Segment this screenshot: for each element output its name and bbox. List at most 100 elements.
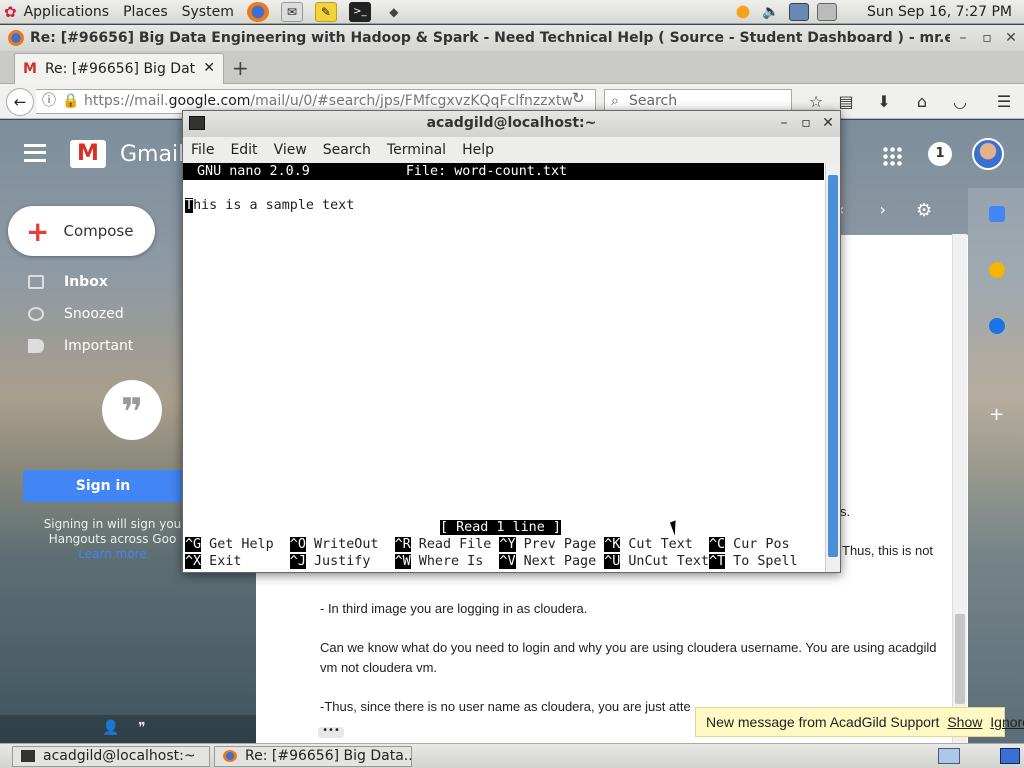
network-icon[interactable] xyxy=(788,3,809,21)
task-terminal[interactable]: acadgild@localhost:~ xyxy=(12,746,210,767)
shortcut-key: ^C xyxy=(708,537,726,552)
plus-icon: + xyxy=(26,214,50,248)
sidebar-item-label: Snoozed xyxy=(64,306,124,322)
pocket-icon[interactable]: ◡ xyxy=(950,92,970,112)
terminal-scrollbar[interactable] xyxy=(825,163,840,572)
sidebar-item-inbox[interactable]: Inbox xyxy=(28,270,178,294)
home-icon[interactable]: ⌂ xyxy=(912,92,932,112)
shortcut-key: ^R xyxy=(394,537,411,552)
clock[interactable]: Sun Sep 16, 7:27 PM xyxy=(867,4,1012,20)
applications-menu[interactable]: ✿ Applications xyxy=(0,0,116,24)
terminal-maximize-button[interactable]: ▫ xyxy=(795,111,817,135)
shortcut-key: ^Y xyxy=(499,537,516,552)
signin-note-line: Signing in will sign you xyxy=(43,517,182,531)
battery-icon[interactable] xyxy=(816,3,837,21)
person-icon[interactable]: 👤 xyxy=(102,720,119,736)
sidebar-item-snoozed[interactable]: Snoozed xyxy=(28,302,178,326)
menu-file[interactable]: File xyxy=(191,142,214,158)
app-launcher-icon[interactable]: ◆ xyxy=(383,2,405,22)
message-scrollbar[interactable] xyxy=(952,234,967,743)
shortcut-key: ^X xyxy=(185,554,202,569)
show-trimmed-button[interactable]: ••• xyxy=(318,726,344,738)
shortcut-get-help: ^G Get Help xyxy=(185,536,290,553)
terminal-screen[interactable]: GNU nano 2.0.9 File: word-count.txt This … xyxy=(183,163,824,572)
back-button[interactable]: ← xyxy=(6,88,34,116)
hangouts-icon: ❞ xyxy=(102,380,162,440)
terminal-close-button[interactable]: ✕ xyxy=(817,111,839,135)
menu-terminal[interactable]: Terminal xyxy=(387,142,446,158)
shortcut-label: Cur Pos xyxy=(725,537,790,552)
tab-strip: M Re: [#96656] Big Dat… ✕ + xyxy=(0,51,1024,84)
google-apps-icon[interactable] xyxy=(882,146,902,166)
shortcut-key: ^J xyxy=(289,554,306,569)
terminal-minimize-button[interactable]: – xyxy=(773,111,795,135)
shortcut-prev-page: ^Y Prev Page xyxy=(499,536,604,553)
toast-show-link[interactable]: Show xyxy=(947,714,982,730)
shortcut-justify: ^J Justify xyxy=(289,553,395,570)
keep-icon[interactable] xyxy=(989,262,1005,278)
shortcut-row: ^X Exit ^J Justify ^W Where Is ^V Next Page… xyxy=(185,553,798,570)
system-menu[interactable]: System xyxy=(175,0,241,24)
close-tab-icon[interactable]: ✕ xyxy=(203,60,215,76)
task-label: Re: [#96656] Big Data... xyxy=(245,748,412,764)
bookmark-star-icon[interactable]: ☆ xyxy=(806,92,826,112)
workspace-icon[interactable] xyxy=(1000,748,1020,764)
close-button[interactable]: ✕ xyxy=(1000,25,1022,51)
chat-icon[interactable]: ❞ xyxy=(138,720,146,736)
shortcut-label: UnCut Text xyxy=(620,554,709,569)
shortcut-key: ^W xyxy=(394,554,411,569)
notifications-badge[interactable]: 1 xyxy=(928,142,952,166)
lock-icon: 🔒 xyxy=(62,93,80,109)
url-prefix: https://mail. xyxy=(84,93,169,109)
sidebar-item-important[interactable]: Important xyxy=(28,334,178,358)
tasks-icon[interactable] xyxy=(989,318,1005,334)
calendar-icon[interactable] xyxy=(989,206,1005,222)
terminal-launcher-icon[interactable]: >_ xyxy=(348,1,371,22)
shortcut-label: Get Help xyxy=(201,537,274,552)
menu-search[interactable]: Search xyxy=(323,142,371,158)
shortcut-where-is: ^W Where Is xyxy=(394,553,500,570)
reload-button[interactable]: ↻ xyxy=(572,89,585,107)
shortcut-cut-text: ^K Cut Text xyxy=(604,536,709,553)
settings-gear-icon[interactable]: ⚙ xyxy=(916,200,936,221)
menu-help[interactable]: Help xyxy=(462,142,494,158)
terminal-task-icon xyxy=(21,750,35,762)
nano-filename: File: word-count.txt xyxy=(405,164,568,179)
scrollbar-thumb[interactable] xyxy=(828,175,838,557)
toast-ignore-link[interactable]: Ignore xyxy=(990,714,1024,730)
downloads-icon[interactable]: ⬇ xyxy=(874,92,894,112)
main-menu-icon[interactable] xyxy=(24,144,46,162)
menu-edit[interactable]: Edit xyxy=(230,142,257,158)
updates-icon[interactable] xyxy=(732,3,753,21)
reading-list-icon[interactable]: ▤ xyxy=(836,92,856,112)
shortcut-writeout: ^O WriteOut xyxy=(289,536,395,553)
show-desktop-icon[interactable] xyxy=(938,748,960,764)
places-menu[interactable]: Places xyxy=(116,0,175,24)
volume-icon[interactable]: 🔈 xyxy=(761,3,781,21)
notes-launcher-icon[interactable]: ✎ xyxy=(314,1,337,22)
maximize-button[interactable]: ▫ xyxy=(976,25,998,51)
firefox-launcher-icon[interactable] xyxy=(246,1,269,22)
terminal-titlebar[interactable]: acadgild@localhost:~ – ▫ ✕ xyxy=(183,111,840,137)
tab-gmail[interactable]: M Re: [#96656] Big Dat… ✕ xyxy=(14,53,224,84)
task-firefox[interactable]: Re: [#96656] Big Data... xyxy=(214,746,412,767)
learn-more-link[interactable]: Learn more xyxy=(40,547,185,562)
menu-view[interactable]: View xyxy=(274,142,307,158)
menu-icon[interactable]: ☰ xyxy=(994,92,1014,112)
older-icon[interactable]: › xyxy=(880,200,886,219)
signin-note: Signing in will sign you Hangouts across… xyxy=(40,517,185,562)
avatar[interactable] xyxy=(972,138,1004,170)
compose-button[interactable]: + Compose xyxy=(8,206,155,256)
gmail-logo-icon[interactable]: M xyxy=(70,140,106,168)
new-tab-button[interactable]: + xyxy=(232,56,249,80)
mail-launcher-icon[interactable]: ✉ xyxy=(280,1,303,22)
applications-menu-label: Applications xyxy=(23,3,110,20)
scrollbar-thumb[interactable] xyxy=(955,614,965,704)
shortcut-label: Prev Page xyxy=(515,537,597,552)
signin-button[interactable]: Sign in xyxy=(23,470,183,502)
minimize-button[interactable]: – xyxy=(952,25,974,51)
body-text: - In third image you are logging in as c… xyxy=(320,601,588,616)
info-icon[interactable]: ⓘ xyxy=(42,90,56,113)
shortcut-label: Justify xyxy=(305,554,371,569)
add-addon-icon[interactable]: + xyxy=(989,404,1004,425)
